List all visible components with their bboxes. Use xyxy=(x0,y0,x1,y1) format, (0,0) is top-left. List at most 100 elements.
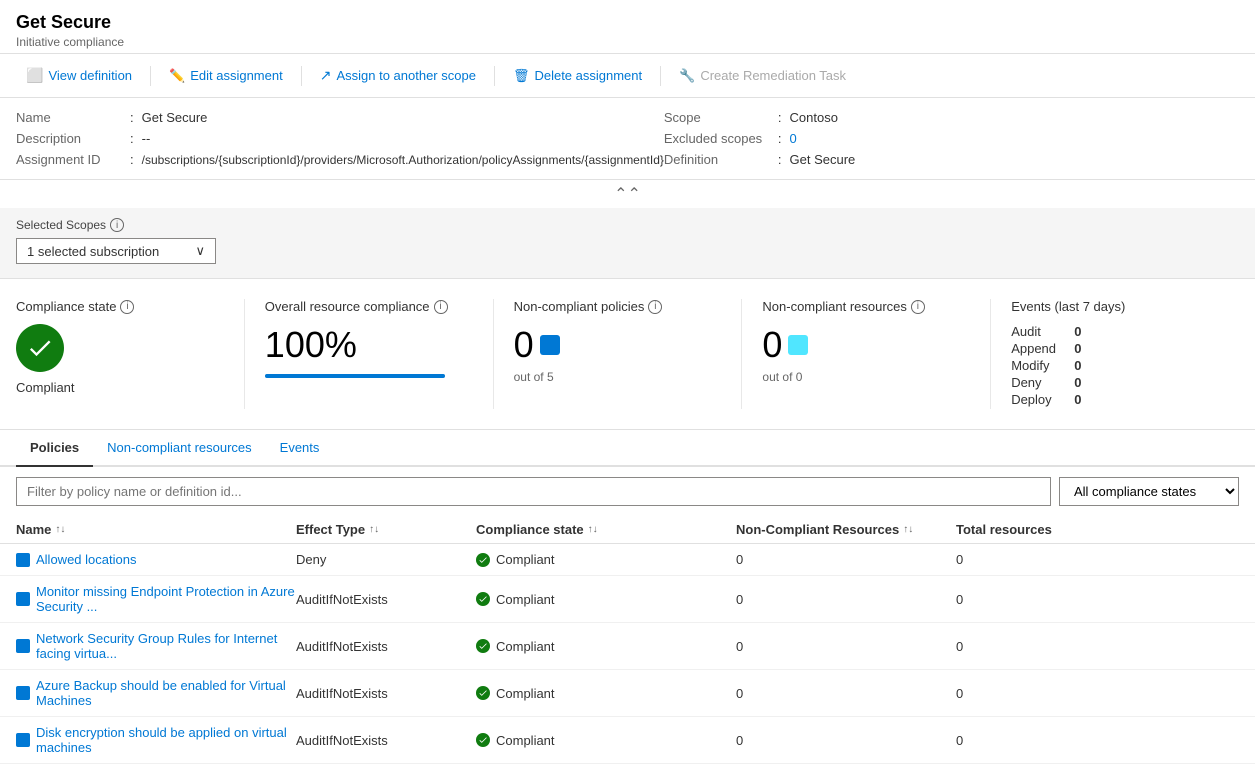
non-compliant-resources-subtext: out of 0 xyxy=(762,370,970,384)
row-name-0[interactable]: Allowed locations xyxy=(16,552,296,567)
meta-name-value: Get Secure xyxy=(142,110,208,125)
row-total-0: 0 xyxy=(956,552,1076,567)
metadata-right: Scope : Contoso Excluded scopes : 0 Defi… xyxy=(664,110,1239,167)
meta-scope-row: Scope : Contoso xyxy=(664,110,1239,125)
event-append-label: Append xyxy=(1011,341,1066,356)
event-append-count: 0 xyxy=(1074,341,1081,356)
scope-section: Selected Scopes i 1 selected subscriptio… xyxy=(0,208,1255,279)
edit-assignment-label: Edit assignment xyxy=(190,68,283,83)
sort-name-icon[interactable]: ↑↓ xyxy=(55,524,65,535)
toolbar-divider-4 xyxy=(660,66,661,86)
row-effect-3: AuditIfNotExists xyxy=(296,686,476,701)
non-compliant-policies-value: 0 xyxy=(514,324,534,366)
compliant-icon-2 xyxy=(476,639,490,653)
tab-policies[interactable]: Policies xyxy=(16,430,93,467)
th-name: Name ↑↓ xyxy=(16,522,296,537)
non-compliant-policies-title: Non-compliant policies i xyxy=(514,299,722,314)
compliance-state-value: Compliant xyxy=(16,380,224,395)
sort-non-compliant-icon[interactable]: ↑↓ xyxy=(903,524,913,535)
event-deploy-row: Deploy 0 xyxy=(1011,392,1219,407)
event-modify-row: Modify 0 xyxy=(1011,358,1219,373)
row-total-4: 0 xyxy=(956,733,1076,748)
tab-non-compliant-resources[interactable]: Non-compliant resources xyxy=(93,430,266,467)
event-modify-count: 0 xyxy=(1074,358,1081,373)
scope-info-icon[interactable]: i xyxy=(110,218,124,232)
overall-compliance-metric: Overall resource compliance i 100% xyxy=(244,299,493,409)
compliant-icon-0 xyxy=(476,553,490,567)
non-compliant-resources-metric: Non-compliant resources i 0 out of 0 xyxy=(741,299,990,409)
edit-assignment-button[interactable]: ✏️ Edit assignment xyxy=(159,63,293,89)
table-row: Network Security Group Rules for Interne… xyxy=(0,623,1255,670)
non-compliant-policies-info-icon[interactable]: i xyxy=(648,300,662,314)
compliance-state-filter[interactable]: All compliance states xyxy=(1059,477,1239,506)
row-compliance-1: Compliant xyxy=(476,592,736,607)
meta-scope-label: Scope xyxy=(664,110,774,125)
table-row: Azure Backup should be enabled for Virtu… xyxy=(0,670,1255,717)
non-compliant-resources-value-row: 0 xyxy=(762,324,970,366)
event-audit-count: 0 xyxy=(1074,324,1081,339)
meta-assignid-row: Assignment ID : /subscriptions/{subscrip… xyxy=(16,152,664,167)
table-row: Allowed locations Deny Compliant 0 0 xyxy=(0,544,1255,576)
row-non-compliant-3: 0 xyxy=(736,686,956,701)
delete-icon: 🗑 xyxy=(513,68,530,84)
assign-scope-button[interactable]: ↗ Assign to another scope xyxy=(310,62,486,89)
non-compliant-policies-subtext: out of 5 xyxy=(514,370,722,384)
event-audit-row: Audit 0 xyxy=(1011,324,1219,339)
th-non-compliant: Non-Compliant Resources ↑↓ xyxy=(736,522,956,537)
row-non-compliant-1: 0 xyxy=(736,592,956,607)
delete-assignment-button[interactable]: 🗑 Delete assignment xyxy=(503,63,652,89)
sort-effect-icon[interactable]: ↑↓ xyxy=(369,524,379,535)
meta-excluded-value[interactable]: 0 xyxy=(790,131,797,146)
row-name-1[interactable]: Monitor missing Endpoint Protection in A… xyxy=(16,584,296,614)
create-remediation-label: Create Remediation Task xyxy=(700,68,846,83)
scope-dropdown[interactable]: 1 selected subscription ∨ xyxy=(16,238,216,264)
view-definition-button[interactable]: ⬜ View definition xyxy=(16,62,142,89)
row-name-4[interactable]: Disk encryption should be applied on vir… xyxy=(16,725,296,755)
compliant-icon-1 xyxy=(476,592,490,606)
events-metric: Events (last 7 days) Audit 0 Append 0 Mo… xyxy=(990,299,1239,409)
row-name-3[interactable]: Azure Backup should be enabled for Virtu… xyxy=(16,678,296,708)
th-effect: Effect Type ↑↓ xyxy=(296,522,476,537)
create-remediation-button[interactable]: 🔧 Create Remediation Task xyxy=(669,63,856,89)
toolbar-divider-1 xyxy=(150,66,151,86)
row-compliance-4: Compliant xyxy=(476,733,736,748)
event-audit-label: Audit xyxy=(1011,324,1066,339)
event-deny-label: Deny xyxy=(1011,375,1066,390)
event-append-row: Append 0 xyxy=(1011,341,1219,356)
meta-definition-value: Get Secure xyxy=(790,152,856,167)
sort-compliance-icon[interactable]: ↑↓ xyxy=(588,524,598,535)
view-definition-icon: ⬜ xyxy=(26,67,43,84)
collapse-icon: ⌃⌃ xyxy=(614,184,641,204)
tabs-section: Policies Non-compliant resources Events xyxy=(0,430,1255,467)
row-compliance-2: Compliant xyxy=(476,639,736,654)
row-icon-0 xyxy=(16,553,30,567)
non-compliant-resources-value: 0 xyxy=(762,324,782,366)
event-modify-label: Modify xyxy=(1011,358,1066,373)
compliance-state-title: Compliance state i xyxy=(16,299,224,314)
meta-desc-row: Description : -- xyxy=(16,131,664,146)
metrics-section: Compliance state i Compliant Overall res… xyxy=(0,279,1255,430)
remediation-icon: 🔧 xyxy=(679,68,695,84)
tab-events[interactable]: Events xyxy=(266,430,334,467)
non-compliant-resources-info-icon[interactable]: i xyxy=(911,300,925,314)
compliance-state-info-icon[interactable]: i xyxy=(120,300,134,314)
row-name-2[interactable]: Network Security Group Rules for Interne… xyxy=(16,631,296,661)
compliant-icon-3 xyxy=(476,686,490,700)
meta-assignid-label: Assignment ID xyxy=(16,152,126,167)
meta-assignid-value: /subscriptions/{subscriptionId}/provider… xyxy=(142,153,664,167)
row-total-3: 0 xyxy=(956,686,1076,701)
toolbar-divider-2 xyxy=(301,66,302,86)
metadata-section: Name : Get Secure Description : -- Assig… xyxy=(0,98,1255,180)
non-compliant-policies-value-row: 0 xyxy=(514,324,722,366)
row-total-2: 0 xyxy=(956,639,1076,654)
metadata-left: Name : Get Secure Description : -- Assig… xyxy=(16,110,664,167)
row-effect-2: AuditIfNotExists xyxy=(296,639,476,654)
collapse-metadata-button[interactable]: ⌃⌃ xyxy=(0,180,1255,208)
filter-input[interactable] xyxy=(16,477,1051,506)
meta-definition-label: Definition xyxy=(664,152,774,167)
row-compliance-3: Compliant xyxy=(476,686,736,701)
page-header: Get Secure Initiative compliance xyxy=(0,0,1255,54)
overall-compliance-info-icon[interactable]: i xyxy=(434,300,448,314)
row-effect-0: Deny xyxy=(296,552,476,567)
compliant-icon-4 xyxy=(476,733,490,747)
